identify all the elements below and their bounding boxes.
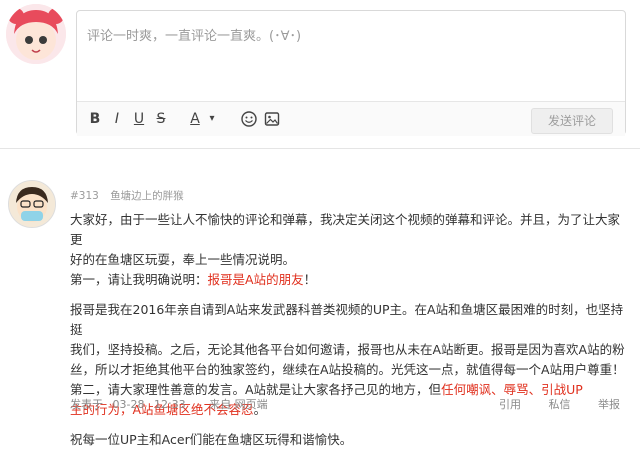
emoji-icon[interactable]: [240, 109, 258, 129]
current-user-avatar[interactable]: [6, 4, 66, 64]
comment-source: 来自 网页端: [209, 398, 268, 411]
commenter-username[interactable]: 鱼塘边上的胖猴: [110, 190, 184, 202]
comment-editor-area: 评论一时爽，一直评论一直爽。(･∀･) B I U S A ▾ 发送评论: [0, 0, 640, 150]
strikethrough-button[interactable]: S: [153, 109, 169, 129]
comment-footer: 发表于 03-28 12:33 来自 网页端 引用 私信 举报: [70, 396, 626, 412]
comment-line: 好的在鱼塘区玩耍，奉上一些情况说明。: [70, 252, 296, 267]
comment-body: 大家好，由于一些让人不愉快的评论和弹幕，我决定关闭这个视频的弹幕和评论。并且，为…: [70, 210, 626, 450]
italic-button[interactable]: I: [109, 109, 125, 129]
date-prefix: 发表于: [70, 398, 103, 411]
comment-text: ！: [303, 272, 317, 287]
comment-placeholder: 评论一时爽，一直评论一直爽。(･∀･): [87, 29, 302, 44]
comment-time: 12:33: [153, 398, 186, 411]
comment-line: 我们，坚持投稿。之后，无论其他各平台如何邀请，报哥也从未在A站断更。报哥是因为喜…: [70, 342, 625, 357]
commenter-avatar[interactable]: [8, 180, 56, 228]
comment-text: 第二，请大家理性善意的发言。A站就是让大家各抒己见的地方，但: [70, 382, 442, 397]
bold-button[interactable]: B: [87, 109, 103, 129]
floor-number: #313: [70, 190, 99, 202]
comment-actions: 引用 私信 举报: [475, 396, 620, 412]
comment-text: 第一，请让我明确说明：: [70, 272, 208, 287]
comment-line: 报哥是我在2016年亲自请到A站来发武器科普类视频的UP主。在A站和鱼塘区最困难…: [70, 302, 624, 337]
highlight-text: 任何嘲讽、辱骂、引战UP: [441, 382, 583, 397]
editor-toolbar: B I U S A ▾ 发送评论: [77, 101, 625, 136]
comment-line: 祝每一位UP主和Acer们能在鱼塘区玩得和谐愉快。: [70, 432, 353, 447]
comment-date: 03-28: [112, 398, 145, 411]
quote-button[interactable]: 引用: [499, 398, 521, 411]
highlight-text: 报哥是A站的朋友: [207, 272, 304, 287]
underline-button[interactable]: U: [131, 109, 147, 129]
comment-meta: #313 鱼塘边上的胖猴: [70, 188, 184, 203]
comment-textarea[interactable]: 评论一时爽，一直评论一直爽。(･∀･) B I U S A ▾ 发送评论: [76, 10, 626, 136]
comment-line: 大家好，由于一些让人不愉快的评论和弹幕，我决定关闭这个视频的弹幕和评论。并且，为…: [70, 212, 621, 247]
report-button[interactable]: 举报: [598, 398, 620, 411]
chevron-down-icon[interactable]: ▾: [205, 109, 219, 129]
image-icon[interactable]: [263, 109, 281, 129]
section-divider: [0, 148, 640, 149]
send-comment-button[interactable]: 发送评论: [531, 108, 613, 134]
comment-item: #313 鱼塘边上的胖猴 大家好，由于一些让人不愉快的评论和弹幕，我决定关闭这个…: [0, 150, 640, 447]
private-message-button[interactable]: 私信: [549, 398, 571, 411]
font-color-button[interactable]: A: [187, 109, 203, 129]
comment-line: 丝，所以才拒绝其他平台的独家签约，继续在A站投稿的。光凭这一点，就值得每一个A站…: [70, 362, 625, 377]
comment-line: 第一，请让我明确说明：报哥是A站的朋友！: [70, 270, 626, 290]
